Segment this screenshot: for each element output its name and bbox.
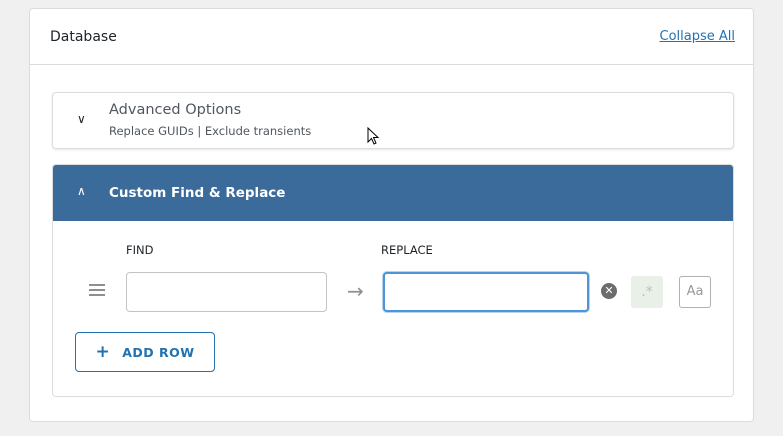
plus-icon: + xyxy=(95,342,111,362)
mouse-cursor-icon xyxy=(367,127,380,145)
add-row-button[interactable]: + ADD ROW xyxy=(75,332,215,372)
arrow-right-icon: → xyxy=(347,279,364,303)
replace-label: REPLACE xyxy=(381,243,433,257)
database-panel: Database Collapse All ∨ Advanced Options… xyxy=(29,8,754,422)
advanced-options-summary: Replace GUIDs | Exclude transients xyxy=(109,124,312,138)
panel-title: Database xyxy=(50,28,117,45)
drag-handle-icon[interactable] xyxy=(89,284,105,299)
chevron-up-icon: ∧ xyxy=(77,184,86,198)
custom-find-replace-section: ∧ Custom Find & Replace FIND REPLACE → ✕… xyxy=(52,164,734,397)
custom-find-replace-title: Custom Find & Replace xyxy=(109,185,286,201)
chevron-down-icon: ∨ xyxy=(77,112,86,126)
case-sensitive-toggle[interactable]: Aa xyxy=(679,276,711,308)
replace-input[interactable] xyxy=(383,272,589,312)
advanced-options-title: Advanced Options xyxy=(109,102,242,118)
advanced-options-section[interactable]: ∨ Advanced Options Replace GUIDs | Exclu… xyxy=(52,92,734,149)
regex-toggle[interactable]: .* xyxy=(631,276,663,308)
find-input[interactable] xyxy=(126,272,327,312)
custom-find-replace-header[interactable]: ∧ Custom Find & Replace xyxy=(53,165,733,221)
panel-header: Database Collapse All xyxy=(30,9,753,65)
add-row-label: ADD ROW xyxy=(122,344,195,360)
collapse-all-link[interactable]: Collapse All xyxy=(660,29,736,44)
find-label: FIND xyxy=(126,243,154,257)
clear-row-icon[interactable]: ✕ xyxy=(601,283,617,299)
